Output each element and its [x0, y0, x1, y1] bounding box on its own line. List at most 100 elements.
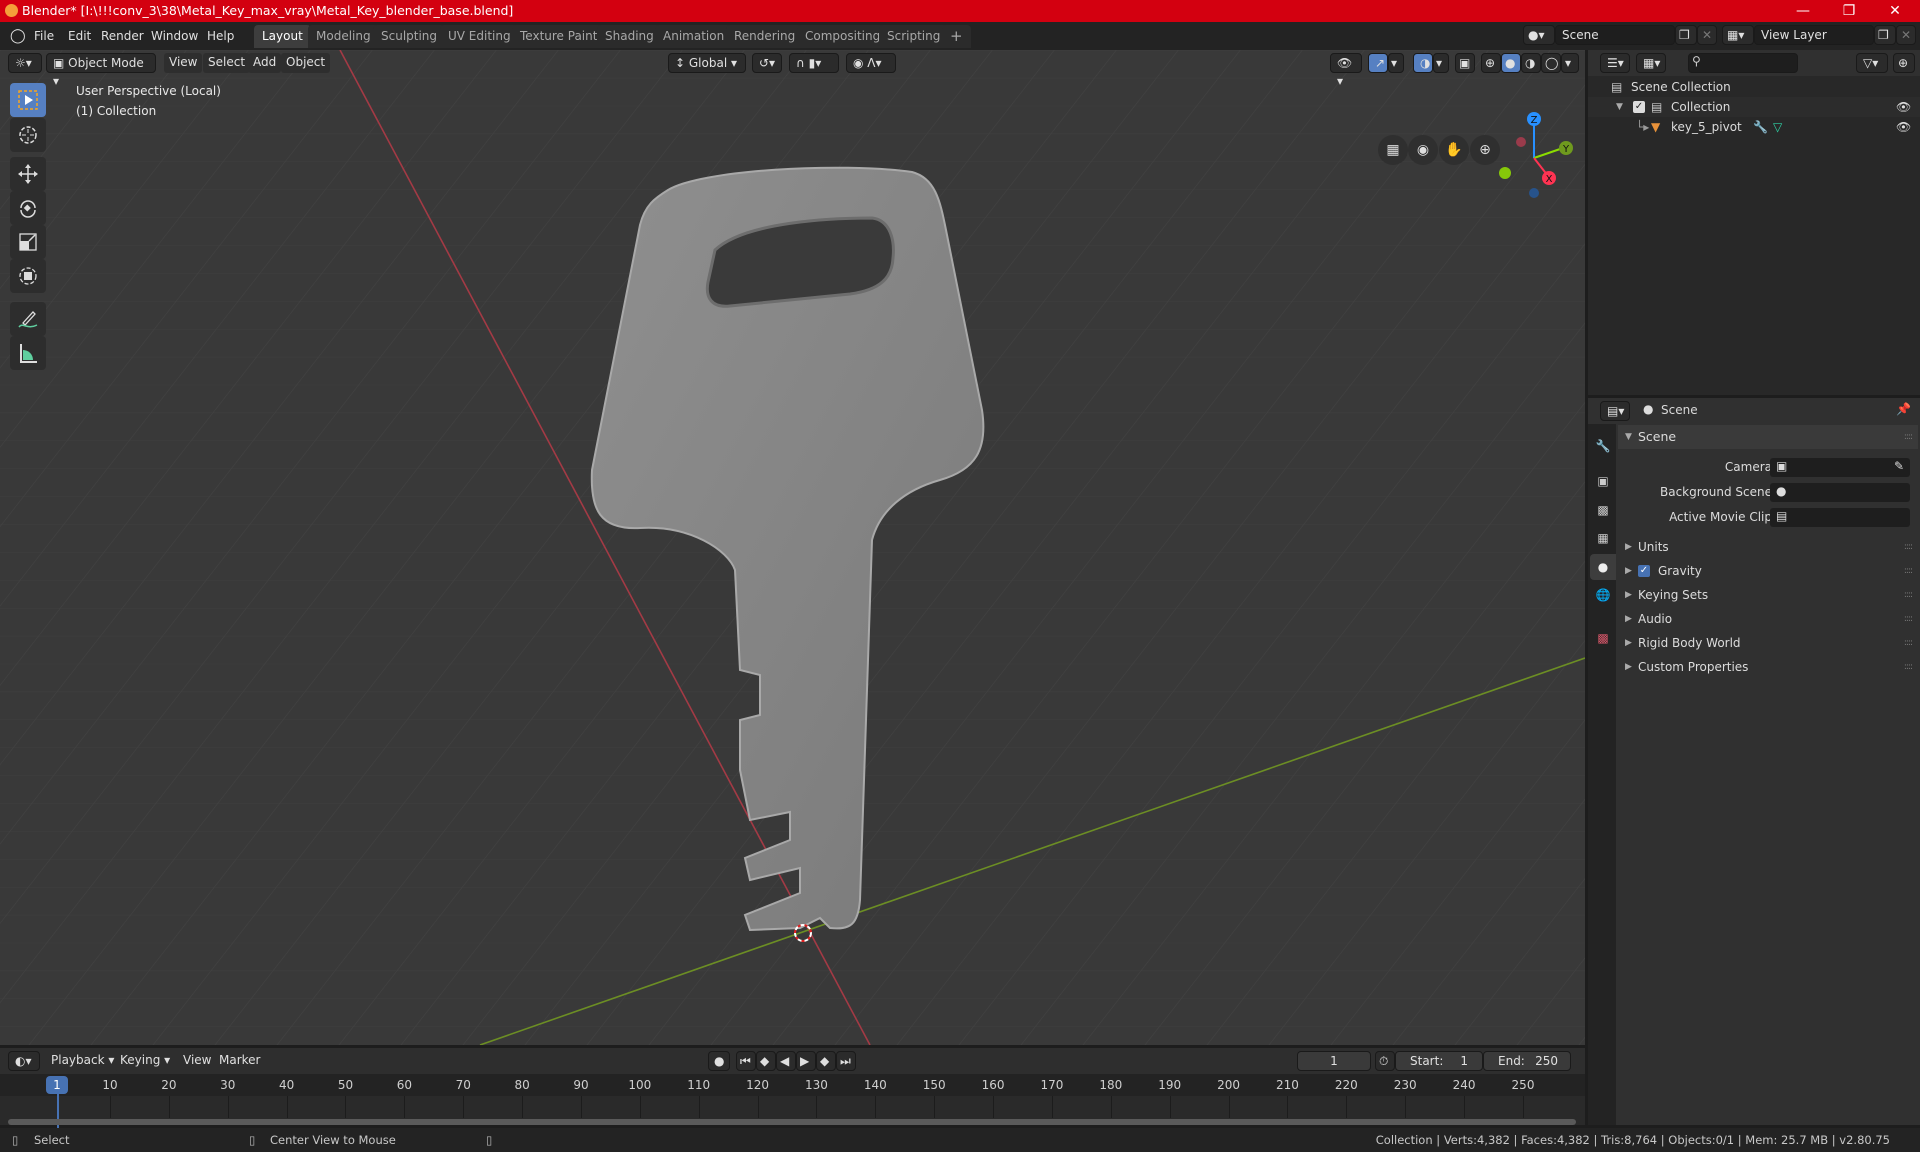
panel-audio-header[interactable]: ▶ Audio :::: [1618, 607, 1918, 631]
tool-transform[interactable] [10, 259, 46, 293]
eyedropper-icon[interactable]: ✎ [1894, 459, 1904, 473]
object-visibility-dropdown[interactable]: 👁▾ [1330, 53, 1362, 88]
new-view-layer-icon[interactable]: ❐ [1874, 25, 1896, 45]
outliner-row-key-5-pivot[interactable]: └▸ ▼ key_5_pivot 🔧 ▽ 👁 [1588, 117, 1920, 137]
background-scene-field[interactable]: ● [1770, 483, 1910, 502]
modifier-wrench-icon[interactable]: 🔧 [1753, 117, 1768, 137]
drag-handle-icon[interactable]: :::: [1904, 425, 1913, 449]
drag-handle-icon[interactable]: :::: [1904, 535, 1913, 559]
gizmo-neg-x[interactable] [1516, 137, 1526, 147]
menu-select[interactable]: Select [203, 53, 251, 73]
expand-arrow-icon[interactable]: ▼ [1616, 97, 1623, 117]
panel-rigid-body-world-header[interactable]: ▶ Rigid Body World :::: [1618, 631, 1918, 655]
scene-name-field[interactable]: Scene [1555, 25, 1675, 45]
menu-render[interactable]: Render [101, 26, 144, 46]
play-reverse-button[interactable]: ◀ [776, 1051, 796, 1071]
tool-select-box[interactable] [10, 83, 46, 117]
tab-uv-editing[interactable]: UV Editing [440, 25, 519, 48]
tab-texture[interactable]: ▩ [1590, 625, 1616, 651]
gizmo-neg-z[interactable] [1529, 188, 1539, 198]
minimize-button[interactable]: — [1780, 0, 1826, 22]
view-layer-browse-button[interactable]: ▦▾ [1722, 25, 1754, 45]
active-movie-clip-field[interactable]: ▤ [1770, 508, 1910, 527]
add-workspace-button[interactable]: + [942, 25, 971, 48]
collection-checkbox[interactable]: ✓ [1633, 101, 1645, 113]
tab-render[interactable]: ▣ [1590, 468, 1616, 494]
tab-view-layer[interactable]: ▦ [1590, 525, 1616, 551]
menu-add[interactable]: Add [248, 53, 282, 73]
menu-playback[interactable]: Playback ▾ [46, 1051, 120, 1071]
pivot-point-dropdown[interactable]: ↺▾ [752, 53, 782, 73]
tab-compositing[interactable]: Compositing [797, 25, 889, 48]
jump-to-end-button[interactable]: ⏭ [836, 1051, 856, 1071]
gizmo-toggle[interactable]: ↗ [1368, 53, 1388, 73]
tab-rendering[interactable]: Rendering [726, 25, 804, 48]
tab-scene[interactable]: ● [1590, 554, 1616, 580]
preview-range-icon[interactable]: ⏱ [1375, 1051, 1395, 1071]
gravity-checkbox[interactable]: ✓ [1638, 565, 1650, 577]
tool-annotate[interactable] [10, 302, 46, 336]
tab-modeling[interactable]: Modeling [308, 25, 379, 48]
drag-handle-icon[interactable]: :::: [1904, 631, 1913, 655]
camera-field[interactable]: ▣ ✎ [1770, 458, 1910, 477]
panel-gravity-header[interactable]: ▶ ✓ Gravity :::: [1618, 559, 1918, 583]
proportional-edit-toggle[interactable]: ◉ Λ▾ [846, 53, 896, 73]
snap-toggle[interactable]: ∩ ▮▾ [789, 53, 839, 73]
jump-to-next-keyframe-button[interactable]: ◆ [816, 1051, 836, 1071]
view-layer-name-field[interactable]: View Layer [1754, 25, 1874, 45]
overlay-toggle[interactable]: ◑ [1413, 53, 1433, 73]
mesh-data-icon[interactable]: ▽ [1773, 117, 1782, 137]
tab-animation[interactable]: Animation [655, 25, 733, 48]
pan-view-button[interactable]: ✋ [1439, 135, 1469, 165]
shading-rendered-button[interactable]: ◯ [1541, 53, 1561, 73]
outliner-display-mode[interactable]: ▦▾ [1636, 53, 1666, 73]
transform-orientation-dropdown[interactable]: ↕ Global ▾ [668, 53, 746, 73]
delete-scene-icon[interactable]: ✕ [1697, 25, 1717, 45]
tool-measure[interactable] [10, 336, 46, 370]
start-frame-field[interactable]: Start: 1 [1395, 1051, 1483, 1071]
drag-handle-icon[interactable]: :::: [1904, 583, 1913, 607]
menu-file[interactable]: File [34, 26, 54, 46]
jump-to-prev-keyframe-button[interactable]: ◆ [756, 1051, 776, 1071]
menu-edit[interactable]: Edit [68, 26, 91, 46]
current-frame-field[interactable]: 1 [1297, 1051, 1371, 1071]
close-button[interactable]: ✕ [1872, 0, 1918, 22]
panel-custom-properties-header[interactable]: ▶ Custom Properties :::: [1618, 655, 1918, 679]
menu-object[interactable]: Object [281, 53, 331, 73]
new-scene-icon[interactable]: ❐ [1675, 25, 1697, 45]
mode-dropdown[interactable]: ▣ Object Mode ▾ [46, 53, 156, 88]
xray-toggle[interactable]: ▣ [1455, 53, 1475, 73]
jump-to-start-button[interactable]: ⏮ [736, 1051, 756, 1071]
outliner-editor-type[interactable]: ☰▾ [1600, 53, 1630, 73]
filter-dropdown[interactable]: ▽▾ [1856, 53, 1888, 73]
tool-scale[interactable] [10, 225, 46, 259]
menu-keying[interactable]: Keying ▾ [115, 1051, 176, 1071]
shading-solid-button[interactable]: ● [1501, 53, 1521, 73]
editor-type-button[interactable]: ☼▾ [8, 53, 42, 73]
tool-rotate[interactable] [10, 191, 46, 225]
tab-layout[interactable]: Layout [254, 25, 311, 48]
menu-marker[interactable]: Marker [214, 1051, 265, 1071]
gizmo-dropdown[interactable]: ▾ [1388, 53, 1404, 73]
scene-browse-button[interactable]: ●▾ [1523, 25, 1555, 45]
menu-help[interactable]: Help [207, 26, 234, 46]
maximize-button[interactable]: ❐ [1826, 0, 1872, 22]
toggle-camera-ortho-button[interactable]: ▦ [1378, 135, 1408, 165]
drag-handle-icon[interactable]: :::: [1904, 607, 1913, 631]
panel-keying-sets-header[interactable]: ▶ Keying Sets :::: [1618, 583, 1918, 607]
drag-handle-icon[interactable]: :::: [1904, 655, 1913, 679]
overlay-dropdown[interactable]: ▾ [1433, 53, 1449, 73]
timeline-editor-type[interactable]: ◐▾ [8, 1051, 40, 1071]
outliner-search-input[interactable] [1688, 53, 1798, 73]
tool-move[interactable] [10, 157, 46, 191]
camera-view-button[interactable]: ◉ [1408, 135, 1438, 165]
shading-dropdown[interactable]: ▾ [1561, 53, 1579, 73]
tab-sculpting[interactable]: Sculpting [373, 25, 446, 48]
pin-icon[interactable]: 📌 [1896, 402, 1911, 416]
tab-output[interactable]: ▩ [1590, 497, 1616, 523]
timeline-scrollbar[interactable] [8, 1119, 1576, 1125]
play-button[interactable]: ▶ [796, 1051, 816, 1071]
end-frame-field[interactable]: End: 250 [1483, 1051, 1571, 1071]
tab-scripting[interactable]: Scripting [879, 25, 949, 48]
panel-scene-header[interactable]: ▼ Scene :::: [1618, 425, 1918, 449]
